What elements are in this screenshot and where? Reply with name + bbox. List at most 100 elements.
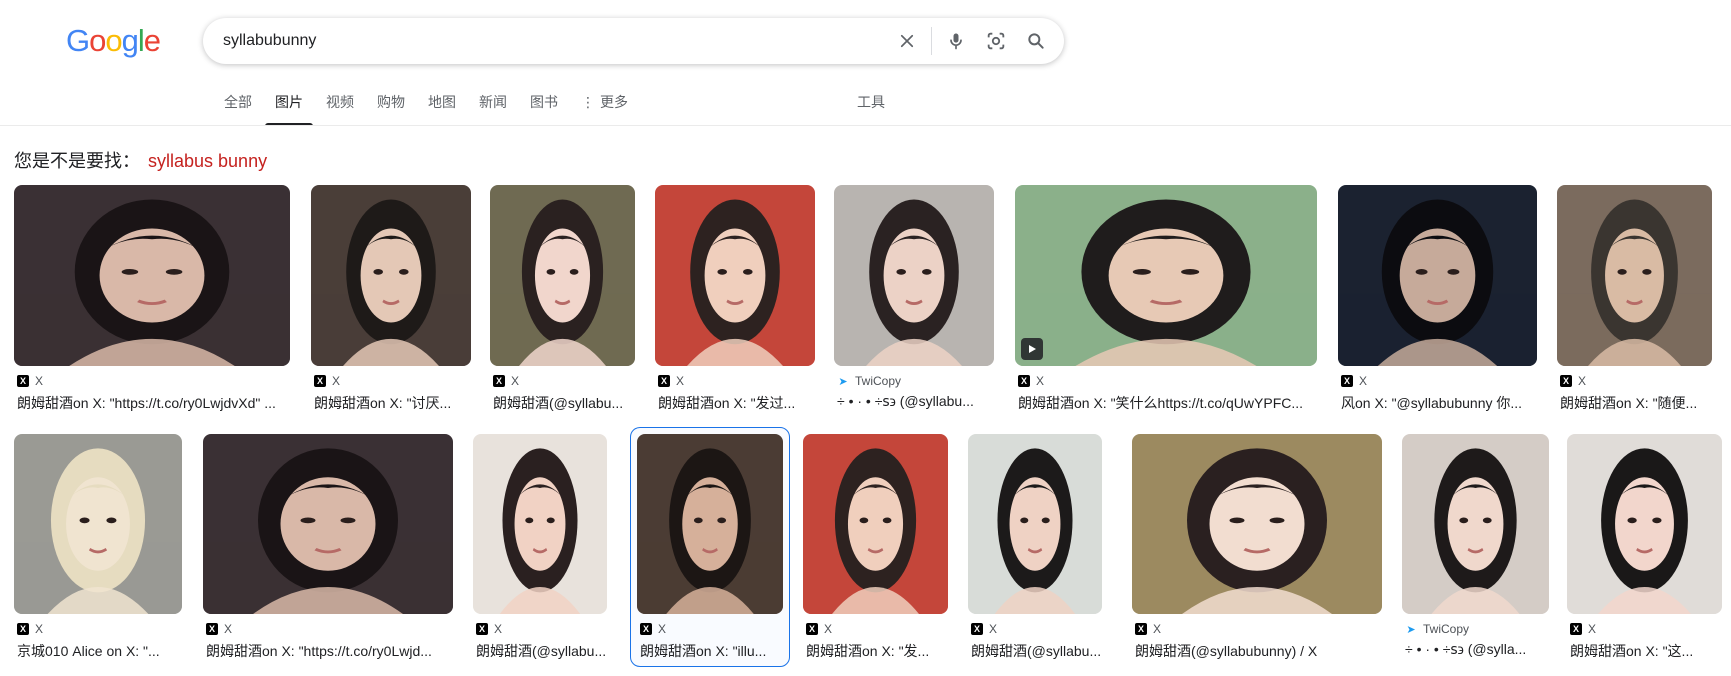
result-title[interactable]: 朗姆甜酒(@syllabu... [971, 641, 1105, 661]
did-you-mean: 您是不是要找： syllabus bunny [14, 147, 267, 173]
result-title[interactable]: 朗姆甜酒(@syllabu... [476, 641, 610, 661]
x-logo-icon: X [1135, 623, 1147, 635]
twicopy-icon: ➤ [1406, 623, 1416, 636]
result-thumbnail[interactable] [311, 185, 471, 366]
image-result[interactable]: X X 朗姆甜酒on X: "随便... [1557, 185, 1712, 414]
twicopy-icon: ➤ [838, 375, 848, 388]
result-source-name: X [1359, 374, 1368, 388]
result-title[interactable]: 朗姆甜酒on X: "随便... [1560, 393, 1715, 413]
x-logo-icon: X [476, 623, 488, 635]
result-title[interactable]: 朗姆甜酒on X: "这... [1570, 641, 1725, 661]
image-result[interactable]: X X 朗姆甜酒on X: "笑什么https://t.co/qUwYPFC... [1015, 185, 1317, 414]
image-result[interactable]: X X 朗姆甜酒(@syllabu... [473, 434, 607, 662]
result-source[interactable]: XX [17, 622, 43, 636]
image-result[interactable]: X X 朗姆甜酒(@syllabu... [968, 434, 1102, 662]
image-result[interactable]: X X 朗姆甜酒on X: "illu... [637, 434, 783, 662]
logo-letter: g [121, 23, 139, 58]
result-source-name: X [332, 374, 341, 388]
image-result[interactable]: X X 朗姆甜酒(@syllabubunny) / X [1132, 434, 1382, 662]
image-result[interactable]: X X 朗姆甜酒on X: "这... [1567, 434, 1722, 662]
result-source[interactable]: XX [640, 622, 666, 636]
result-source[interactable]: XX [206, 622, 232, 636]
tab-all[interactable]: 全部 [224, 90, 252, 126]
tab-videos[interactable]: 视频 [326, 90, 354, 126]
result-title[interactable]: 朗姆甜酒on X: "发过... [658, 393, 818, 413]
result-source[interactable]: XX [17, 374, 43, 388]
result-thumbnail[interactable] [803, 434, 948, 614]
search-box [203, 18, 1064, 64]
search-input[interactable] [203, 18, 887, 64]
result-title[interactable]: 朗姆甜酒on X: "https://t.co/ry0LwjdvXd" ... [17, 393, 293, 413]
result-source[interactable]: XX [1570, 622, 1596, 636]
clear-icon[interactable] [887, 18, 927, 64]
result-title[interactable]: 朗姆甜酒(@syllabubunny) / X [1135, 641, 1385, 661]
result-title[interactable]: 京城010 Alice on X: "... [17, 641, 185, 661]
result-thumbnail[interactable] [1338, 185, 1537, 366]
result-thumbnail[interactable] [1132, 434, 1382, 614]
result-title[interactable]: 朗姆甜酒on X: "笑什么https://t.co/qUwYPFC... [1018, 393, 1320, 413]
image-result[interactable]: X X 朗姆甜酒(@syllabu... [490, 185, 635, 414]
result-source[interactable]: XX [1018, 374, 1044, 388]
result-title[interactable]: 朗姆甜酒on X: "https://t.co/ry0Lwjd... [206, 641, 456, 661]
image-result[interactable]: X X 京城010 Alice on X: "... [14, 434, 182, 662]
image-result[interactable]: X X 朗姆甜酒on X: "讨厌... [311, 185, 471, 414]
tab-images[interactable]: 图片 [265, 90, 313, 126]
result-thumbnail[interactable] [14, 434, 182, 614]
result-thumbnail[interactable] [655, 185, 815, 366]
result-thumbnail[interactable] [473, 434, 607, 614]
image-result[interactable]: X X 朗姆甜酒on X: "发... [803, 434, 948, 662]
result-source[interactable]: XX [971, 622, 997, 636]
result-source[interactable]: XX [314, 374, 340, 388]
x-logo-icon: X [806, 623, 818, 635]
tab-news[interactable]: 新闻 [479, 90, 507, 126]
result-title[interactable]: 风on X: "@syllabubunny 你... [1341, 393, 1540, 413]
result-title[interactable]: 朗姆甜酒on X: "illu... [640, 641, 786, 661]
image-result[interactable]: X X 风on X: "@syllabubunny 你... [1338, 185, 1537, 414]
tab-shopping[interactable]: 购物 [377, 90, 405, 126]
tab-more[interactable]: ⋮ 更多 [581, 90, 628, 126]
result-source[interactable]: XX [1135, 622, 1161, 636]
tab-label: 图片 [275, 94, 303, 110]
result-title[interactable]: 朗姆甜酒on X: "讨厌... [314, 393, 474, 413]
google-logo[interactable]: Google [66, 23, 161, 59]
did-you-mean-link[interactable]: syllabus bunny [148, 151, 267, 171]
image-result[interactable]: X X 朗姆甜酒on X: "https://t.co/ry0LwjdvXd" ..… [14, 185, 290, 414]
result-source[interactable]: XX [806, 622, 832, 636]
result-thumbnail[interactable] [14, 185, 290, 366]
result-thumbnail[interactable] [490, 185, 635, 366]
result-source[interactable]: XX [493, 374, 519, 388]
result-source[interactable]: XX [1341, 374, 1367, 388]
result-title[interactable]: 朗姆甜酒(@syllabu... [493, 393, 638, 413]
image-result[interactable]: X X 朗姆甜酒on X: "发过... [655, 185, 815, 414]
result-source[interactable]: ➤ TwiCopy [837, 374, 901, 388]
result-thumbnail[interactable] [1557, 185, 1712, 366]
image-result[interactable]: X X 朗姆甜酒on X: "https://t.co/ry0Lwjd... [203, 434, 453, 662]
result-thumbnail[interactable] [637, 434, 783, 614]
result-source[interactable]: XX [658, 374, 684, 388]
result-source[interactable]: XX [476, 622, 502, 636]
search-divider [931, 27, 932, 55]
image-result[interactable]: ➤ TwiCopy ÷ • · • ÷ꜱ϶ (@sylla... [1402, 434, 1549, 662]
search-icon[interactable] [1016, 18, 1056, 64]
tools-button[interactable]: 工具 [857, 90, 885, 114]
image-result[interactable]: ➤ TwiCopy ÷ • · • ÷ꜱ϶ (@syllabu... [834, 185, 994, 414]
tab-label: 视频 [326, 94, 354, 110]
result-source-name: X [35, 622, 44, 636]
result-source[interactable]: ➤ TwiCopy [1405, 622, 1469, 636]
result-thumbnail[interactable] [834, 185, 994, 366]
tab-books[interactable]: 图书 [530, 90, 558, 126]
result-source-name: X [658, 622, 667, 636]
result-thumbnail[interactable] [1567, 434, 1722, 614]
result-title[interactable]: ÷ • · • ÷ꜱ϶ (@syllabu... [837, 393, 997, 410]
result-thumbnail[interactable] [1015, 185, 1317, 366]
result-source[interactable]: XX [1560, 374, 1586, 388]
lens-camera-icon[interactable] [976, 18, 1016, 64]
result-title[interactable]: 朗姆甜酒on X: "发... [806, 641, 951, 661]
result-title[interactable]: ÷ • · • ÷ꜱ϶ (@sylla... [1405, 641, 1552, 658]
tab-maps[interactable]: 地图 [428, 90, 456, 126]
microphone-icon[interactable] [936, 18, 976, 64]
result-thumbnail[interactable] [1402, 434, 1549, 614]
result-thumbnail[interactable] [968, 434, 1102, 614]
result-thumbnail[interactable] [203, 434, 453, 614]
result-source-name: X [494, 622, 503, 636]
